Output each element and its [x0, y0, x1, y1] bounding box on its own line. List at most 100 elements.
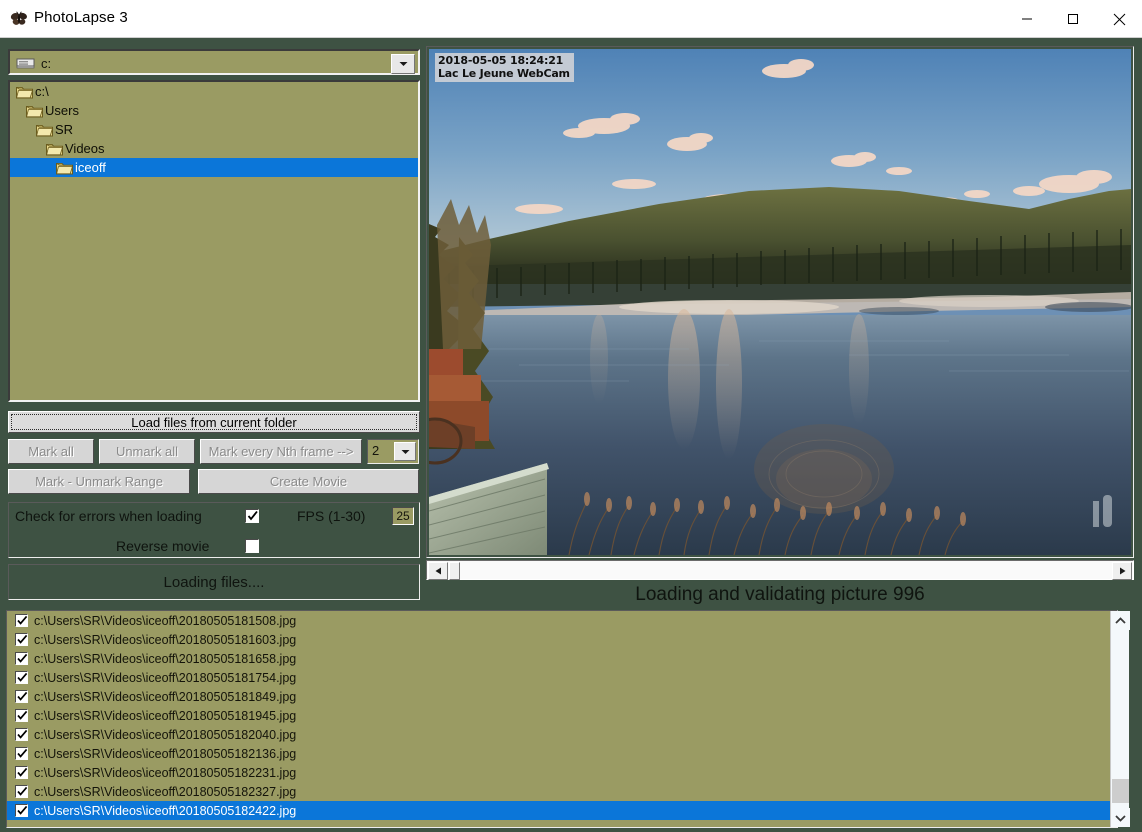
chevron-down-icon[interactable] — [394, 442, 416, 461]
file-path-label: c:\Users\SR\Videos\iceoff\20180505182136… — [34, 747, 296, 761]
scroll-up-button[interactable] — [1111, 611, 1130, 630]
drive-selector[interactable]: c: — [8, 49, 420, 75]
webcam-name: Lac Le Jeune WebCam — [438, 67, 570, 80]
nth-frame-value: 2 — [372, 443, 379, 458]
file-list-item[interactable]: c:\Users\SR\Videos\iceoff\20180505182231… — [7, 763, 1117, 782]
file-path-label: c:\Users\SR\Videos\iceoff\20180505182327… — [34, 785, 296, 799]
file-path-label: c:\Users\SR\Videos\iceoff\20180505181849… — [34, 690, 296, 704]
file-path-label: c:\Users\SR\Videos\iceoff\20180505182231… — [34, 766, 296, 780]
file-checkbox[interactable] — [15, 747, 28, 760]
file-checkbox[interactable] — [15, 709, 28, 722]
mark-all-button[interactable]: Mark all — [8, 439, 94, 464]
preview-panel: 2018-05-05 18:24:21 Lac Le Jeune WebCam — [426, 46, 1134, 558]
fps-input[interactable]: 25 — [392, 507, 414, 525]
tree-item-users[interactable]: Users — [10, 101, 418, 120]
folder-icon — [26, 104, 43, 118]
file-path-label: c:\Users\SR\Videos\iceoff\20180505181508… — [34, 614, 296, 628]
file-checkbox[interactable] — [15, 652, 28, 665]
mark-all-label: Mark all — [28, 444, 74, 459]
preview-hscrollbar[interactable] — [426, 560, 1134, 580]
left-status-text: Loading files.... — [164, 574, 265, 591]
scrollbar-thumb[interactable] — [1112, 779, 1129, 803]
folder-icon — [46, 142, 63, 156]
hscrollbar-thumb[interactable] — [449, 562, 460, 580]
tree-item-sr[interactable]: SR — [10, 120, 418, 139]
window-controls — [1004, 0, 1142, 38]
close-button[interactable] — [1096, 0, 1142, 38]
file-list-item[interactable]: c:\Users\SR\Videos\iceoff\20180505182136… — [7, 744, 1117, 763]
preview-image[interactable]: 2018-05-05 18:24:21 Lac Le Jeune WebCam — [429, 49, 1131, 555]
file-checkbox[interactable] — [15, 766, 28, 779]
tree-item-videos[interactable]: Videos — [10, 139, 418, 158]
file-list-item[interactable]: c:\Users\SR\Videos\iceoff\20180505181849… — [7, 687, 1117, 706]
titlebar-divider — [0, 37, 1142, 38]
file-list-item[interactable]: c:\Users\SR\Videos\iceoff\20180505181754… — [7, 668, 1117, 687]
file-list-scrollbar[interactable] — [1110, 611, 1129, 827]
file-checkbox[interactable] — [15, 671, 28, 684]
check-errors-label: Check for errors when loading — [15, 508, 202, 524]
left-status-panel: Loading files.... — [8, 564, 420, 600]
file-list[interactable]: c:\Users\SR\Videos\iceoff\20180505181508… — [6, 610, 1118, 828]
reverse-movie-checkbox[interactable] — [245, 539, 259, 553]
file-checkbox[interactable] — [15, 728, 28, 741]
maximize-button[interactable] — [1050, 0, 1096, 38]
file-list-item[interactable]: c:\Users\SR\Videos\iceoff\20180505182327… — [7, 782, 1117, 801]
file-path-label: c:\Users\SR\Videos\iceoff\20180505182422… — [34, 804, 296, 818]
tree-item-label: Videos — [65, 141, 105, 156]
tree-item-iceoff[interactable]: iceoff — [10, 158, 418, 177]
file-path-label: c:\Users\SR\Videos\iceoff\20180505181658… — [34, 652, 296, 666]
tree-item-label: Users — [45, 103, 79, 118]
title-bar: PhotoLapse 3 — [0, 0, 1142, 38]
tree-item-label: SR — [55, 122, 73, 137]
file-checkbox[interactable] — [15, 633, 28, 646]
file-path-label: c:\Users\SR\Videos\iceoff\20180505181945… — [34, 709, 296, 723]
nth-frame-selector[interactable]: 2 — [367, 439, 419, 464]
create-movie-button[interactable]: Create Movie — [198, 469, 419, 494]
chevron-down-icon[interactable] — [391, 54, 415, 74]
tree-item-label: iceoff — [75, 160, 106, 175]
folder-icon — [56, 161, 73, 175]
minimize-button[interactable] — [1004, 0, 1050, 38]
unmark-all-button[interactable]: Unmark all — [99, 439, 195, 464]
file-list-item[interactable]: c:\Users\SR\Videos\iceoff\20180505182040… — [7, 725, 1117, 744]
file-checkbox[interactable] — [15, 804, 28, 817]
mark-unmark-range-label: Mark - Unmark Range — [35, 474, 163, 489]
file-path-label: c:\Users\SR\Videos\iceoff\20180505181603… — [34, 633, 296, 647]
drive-icon — [16, 56, 36, 70]
folder-tree[interactable]: c:\ Users SR Videos iceoff — [8, 80, 420, 402]
check-errors-checkbox[interactable] — [245, 509, 259, 523]
webcam-timestamp-overlay: 2018-05-05 18:24:21 Lac Le Jeune WebCam — [435, 53, 574, 82]
webcam-photo — [429, 49, 1131, 555]
reverse-movie-label: Reverse movie — [116, 538, 209, 554]
scroll-right-button[interactable] — [1112, 562, 1132, 580]
options-panel: Check for errors when loading FPS (1-30)… — [8, 502, 420, 558]
focus-ring — [11, 414, 417, 430]
file-list-item[interactable]: c:\Users\SR\Videos\iceoff\20180505181508… — [7, 611, 1117, 630]
preview-status-text: Loading and validating picture 996 — [426, 583, 1134, 607]
file-path-label: c:\Users\SR\Videos\iceoff\20180505182040… — [34, 728, 296, 742]
photolapse-window: PhotoLapse 3 c: — [0, 0, 1142, 832]
load-files-button[interactable]: Load files from current folder — [8, 411, 420, 433]
mark-every-nth-button[interactable]: Mark every Nth frame --> — [200, 439, 362, 464]
file-checkbox[interactable] — [15, 614, 28, 627]
file-checkbox[interactable] — [15, 785, 28, 798]
tree-item-c[interactable]: c:\ — [10, 82, 418, 101]
butterfly-icon — [10, 11, 28, 27]
mark-every-nth-label: Mark every Nth frame --> — [209, 444, 354, 459]
create-movie-label: Create Movie — [270, 474, 347, 489]
file-list-item[interactable]: c:\Users\SR\Videos\iceoff\20180505182422… — [7, 801, 1117, 820]
drive-label: c: — [41, 56, 51, 71]
file-list-item[interactable]: c:\Users\SR\Videos\iceoff\20180505181658… — [7, 649, 1117, 668]
folder-icon — [16, 85, 33, 99]
scroll-left-button[interactable] — [428, 562, 448, 580]
mark-unmark-range-button[interactable]: Mark - Unmark Range — [8, 469, 190, 494]
webcam-date: 2018-05-05 18:24:21 — [438, 54, 570, 67]
window-title: PhotoLapse 3 — [34, 9, 128, 26]
scroll-down-button[interactable] — [1111, 808, 1130, 827]
folder-icon — [36, 123, 53, 137]
file-path-label: c:\Users\SR\Videos\iceoff\20180505181754… — [34, 671, 296, 685]
file-checkbox[interactable] — [15, 690, 28, 703]
file-list-item[interactable]: c:\Users\SR\Videos\iceoff\20180505181603… — [7, 630, 1117, 649]
unmark-all-label: Unmark all — [116, 444, 178, 459]
file-list-item[interactable]: c:\Users\SR\Videos\iceoff\20180505181945… — [7, 706, 1117, 725]
